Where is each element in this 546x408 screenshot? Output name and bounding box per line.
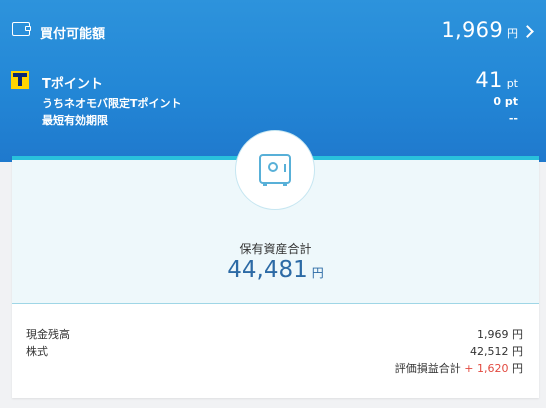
stocks-row: 株式 42,512 円 — [26, 343, 523, 359]
tpoint-amount: 41 — [475, 68, 503, 92]
unrealized-pl-value: 1,620 — [477, 362, 509, 375]
wallet-icon — [12, 22, 31, 36]
total-assets-amount: 44,481 — [227, 257, 308, 283]
cash-balance-value: 1,969 円 — [477, 328, 523, 341]
buying-power-amount: 1,969 — [441, 18, 503, 42]
unrealized-pl-sign: + — [464, 362, 474, 375]
stocks-value: 42,512 円 — [470, 345, 523, 358]
tpoint-value: 41 pt — [475, 68, 518, 92]
total-assets-unit: 円 — [311, 266, 324, 280]
total-assets-value: 44,481 円 — [12, 257, 539, 283]
unrealized-pl: 評価損益合計 + 1,620 円 — [395, 360, 523, 376]
stocks-label: 株式 — [26, 345, 48, 358]
total-assets-label: 保有資産合計 — [239, 242, 312, 256]
unrealized-pl-unit: 円 — [512, 362, 523, 375]
assets-card: 保有資産合計 44,481 円 現金残高 1,969 円 株式 42,512 円 … — [12, 130, 539, 398]
limited-tpoint-label: うちネオモバ限定Tポイント — [42, 97, 182, 110]
safe-icon — [235, 130, 315, 210]
tpoint-logo-icon — [11, 71, 29, 89]
buying-power-value: 1,969 円 — [441, 18, 518, 42]
buying-power-unit: 円 — [507, 27, 518, 40]
unrealized-pl-label: 評価損益合計 — [394, 362, 461, 375]
tpoint-unit: pt — [506, 77, 518, 90]
expiry-value: -- — [508, 112, 518, 125]
buying-power-label: 買付可能額 — [40, 27, 106, 42]
tpoint-label: Tポイント — [42, 77, 103, 92]
cash-balance-label: 現金残高 — [26, 328, 70, 341]
expiry-label: 最短有効期限 — [42, 114, 108, 127]
limited-tpoint-value: 0 pt — [493, 95, 518, 108]
cash-balance-row: 現金残高 1,969 円 — [26, 326, 523, 342]
assets-summary: 保有資産合計 44,481 円 — [12, 130, 539, 304]
